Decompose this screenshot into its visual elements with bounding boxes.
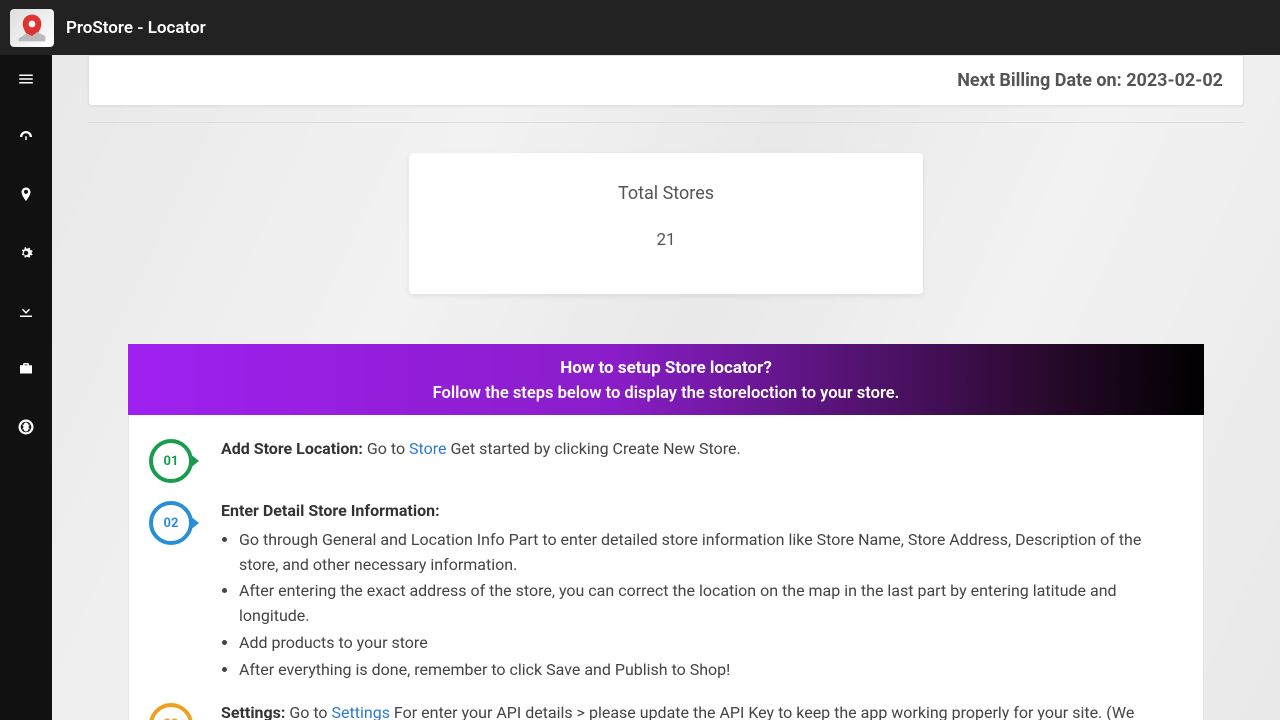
total-stores-label: Total Stores xyxy=(409,183,923,204)
logo-wrap: ProStore - Locator xyxy=(10,9,206,47)
guide-body: 01 Add Store Location: Go to Store Get s… xyxy=(128,415,1204,720)
topbar: ProStore - Locator xyxy=(0,0,1280,55)
billing-label: Next Billing Date on: xyxy=(957,70,1126,91)
step-2-bullet-1: Go through General and Location Info Par… xyxy=(239,528,1173,578)
hamburger-icon[interactable] xyxy=(16,69,36,89)
step-3-content: Settings: Go to Settings For enter your … xyxy=(221,701,1173,720)
settings-icon[interactable] xyxy=(16,243,36,263)
step-2-bullet-4: After everything is done, remember to cl… xyxy=(239,658,1173,683)
support-icon[interactable] xyxy=(16,417,36,437)
step-number-02: 02 xyxy=(149,501,193,545)
app-logo xyxy=(10,9,54,47)
billing-card: Next Billing Date on: 2023-02-02 xyxy=(88,55,1244,106)
guide-subtitle: Follow the steps below to display the st… xyxy=(128,384,1204,403)
step-2-bullet-3: Add products to your store xyxy=(239,631,1173,656)
step-1-suffix: Get started by clicking Create New Store… xyxy=(450,439,740,458)
dashboard-icon[interactable] xyxy=(16,127,36,147)
guide-header: How to setup Store locator? Follow the s… xyxy=(128,344,1204,415)
briefcase-icon[interactable] xyxy=(16,359,36,379)
step-1: 01 Add Store Location: Go to Store Get s… xyxy=(149,437,1173,483)
app-title: ProStore - Locator xyxy=(66,18,206,38)
billing-text: Next Billing Date on: 2023-02-02 xyxy=(957,70,1223,91)
total-stores-card: Total Stores 21 xyxy=(409,153,923,294)
step-2-bullet-2: After entering the exact address of the … xyxy=(239,579,1173,629)
step-1-prefix: Go to xyxy=(367,439,409,458)
sidebar xyxy=(0,55,52,720)
setup-guide: How to setup Store locator? Follow the s… xyxy=(128,344,1204,720)
step-number-03: 03 xyxy=(149,703,193,720)
step-2-heading: Enter Detail Store Information: xyxy=(221,501,440,520)
step-3: 03 Settings: Go to Settings For enter yo… xyxy=(149,701,1173,720)
billing-date: 2023-02-02 xyxy=(1126,70,1223,91)
step-3-heading: Settings: xyxy=(221,703,285,720)
step-2-content: Enter Detail Store Information: Go throu… xyxy=(221,499,1173,685)
step-3-prefix: Go to xyxy=(289,703,331,720)
step-number-01: 01 xyxy=(149,439,193,483)
step-1-heading: Add Store Location: xyxy=(221,439,363,458)
settings-link[interactable]: Settings xyxy=(332,703,390,720)
location-icon[interactable] xyxy=(16,185,36,205)
step-2-bullets: Go through General and Location Info Par… xyxy=(239,528,1173,683)
store-link[interactable]: Store xyxy=(409,439,446,458)
download-icon[interactable] xyxy=(16,301,36,321)
guide-title: How to setup Store locator? xyxy=(128,358,1204,378)
step-2: 02 Enter Detail Store Information: Go th… xyxy=(149,499,1173,685)
main-content: Next Billing Date on: 2023-02-02 Total S… xyxy=(52,55,1280,720)
step-1-content: Add Store Location: Go to Store Get star… xyxy=(221,437,1173,462)
total-stores-value: 21 xyxy=(409,230,923,250)
divider xyxy=(88,122,1244,123)
